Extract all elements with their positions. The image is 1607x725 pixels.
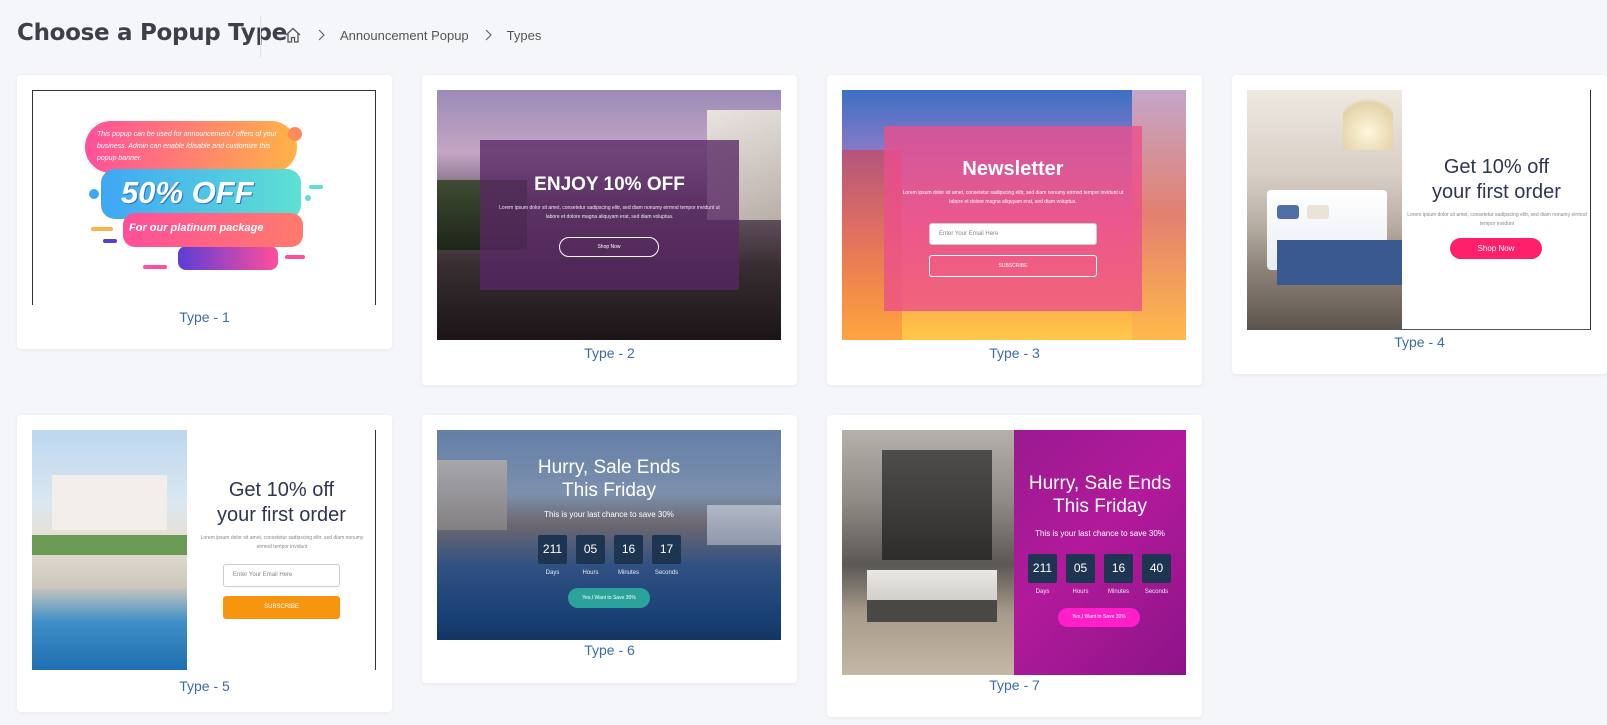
breadcrumb-announcement-popup[interactable]: Announcement Popup bbox=[340, 28, 469, 43]
preview-shape bbox=[285, 255, 305, 259]
preview-headline-line: Hurry, Sale Ends bbox=[1028, 473, 1172, 494]
countdown-label: Seconds bbox=[654, 570, 679, 576]
preview-headline-line: your first order bbox=[1432, 181, 1561, 203]
countdown-seconds: 17 bbox=[652, 535, 681, 564]
type-label[interactable]: Type - 6 bbox=[422, 642, 797, 658]
preview-subscribe-button: SUBSCRIBE bbox=[223, 596, 340, 619]
preview-background bbox=[1277, 205, 1299, 219]
type-label[interactable]: Type - 4 bbox=[1232, 334, 1607, 350]
preview-background bbox=[32, 535, 187, 555]
preview-shape bbox=[103, 239, 117, 243]
preview-headline: Newsletter bbox=[962, 158, 1064, 180]
type-label[interactable]: Type - 5 bbox=[17, 678, 392, 694]
preview-headline: Get 10% off your first order bbox=[187, 478, 375, 528]
popup-preview-type-2[interactable]: ENJOY 10% OFF Lorem ipsum dolor sit amet… bbox=[437, 90, 781, 340]
popup-type-card-3[interactable]: Newsletter Lorem ipsum dolor sit amet, c… bbox=[827, 75, 1202, 385]
preview-shape bbox=[91, 227, 113, 231]
preview-background bbox=[52, 475, 167, 530]
countdown-label: Seconds bbox=[1144, 589, 1169, 595]
page-title: Choose a Popup Type bbox=[17, 20, 287, 46]
preview-headline-line: This Friday bbox=[562, 480, 656, 501]
preview-headline-line: This Friday bbox=[1053, 496, 1147, 517]
preview-text: Lorem ipsum dolor sit amet, consetetur s… bbox=[902, 190, 1124, 205]
type-label[interactable]: Type - 7 bbox=[827, 677, 1202, 693]
preview-background bbox=[867, 600, 997, 622]
countdown-label: Days bbox=[1035, 589, 1050, 595]
preview-text: This popup can be used for announcement … bbox=[97, 131, 277, 162]
preview-background bbox=[1343, 90, 1393, 150]
popup-preview-type-1[interactable]: This popup can be used for announcement … bbox=[32, 90, 376, 305]
type-label[interactable]: Type - 1 bbox=[17, 309, 392, 325]
countdown-label: Minutes bbox=[1107, 589, 1129, 595]
popup-type-card-2[interactable]: ENJOY 10% OFF Lorem ipsum dolor sit amet… bbox=[422, 75, 797, 385]
preview-shape bbox=[309, 185, 323, 189]
page-header: Choose a Popup Type Announcement Popup T… bbox=[0, 0, 1607, 72]
preview-email-input: Enter Your Email Here bbox=[223, 564, 340, 587]
countdown-seconds: 40 bbox=[1142, 554, 1171, 583]
breadcrumb: Announcement Popup Types bbox=[284, 26, 541, 44]
preview-subtext: For our platinum package bbox=[129, 222, 264, 234]
preview-text: Lorem ipsum dolor sit amet, consetetur s… bbox=[200, 535, 364, 550]
preview-overlay bbox=[1014, 430, 1186, 675]
countdown-minutes: 16 bbox=[614, 535, 643, 564]
preview-headline: Hurry, Sale Ends This Friday bbox=[437, 456, 781, 502]
type-label[interactable]: Type - 2 bbox=[422, 345, 797, 361]
preview-headline: 50% OFF bbox=[121, 175, 254, 210]
countdown-minutes: 16 bbox=[1104, 554, 1133, 583]
countdown-label: Hours bbox=[1072, 589, 1089, 595]
popup-type-card-5[interactable]: Get 10% off your first order Lorem ipsum… bbox=[17, 415, 392, 712]
countdown-label: Days bbox=[545, 570, 560, 576]
countdown-days: 211 bbox=[538, 535, 567, 564]
preview-shape bbox=[288, 127, 302, 141]
preview-text: Lorem ipsum dolor sit amet, consetetur s… bbox=[1407, 212, 1587, 227]
preview-subtext: This is your last chance to save 30% bbox=[1035, 529, 1165, 538]
preview-overlay: Newsletter Lorem ipsum dolor sit amet, c… bbox=[884, 126, 1142, 311]
countdown-hours: 05 bbox=[1066, 554, 1095, 583]
preview-subtext: This is your last chance to save 30% bbox=[544, 510, 674, 519]
preview-save-button: Yes,I Want to Save 30% bbox=[568, 588, 650, 608]
popup-type-card-6[interactable]: Hurry, Sale Ends This Friday This is you… bbox=[422, 415, 797, 683]
type-label[interactable]: Type - 3 bbox=[827, 345, 1202, 361]
preview-headline: ENJOY 10% OFF bbox=[534, 174, 685, 195]
countdown-days: 211 bbox=[1028, 554, 1057, 583]
popup-preview-type-6[interactable]: Hurry, Sale Ends This Friday This is you… bbox=[437, 430, 781, 640]
popup-preview-type-4[interactable]: Get 10% off your first order Lorem ipsum… bbox=[1247, 90, 1591, 330]
popup-preview-type-7[interactable]: Hurry, Sale Ends This Friday This is you… bbox=[842, 430, 1186, 675]
preview-background bbox=[1277, 240, 1402, 285]
popup-type-card-7[interactable]: Hurry, Sale Ends This Friday This is you… bbox=[827, 415, 1202, 717]
preview-shape bbox=[178, 246, 278, 270]
popup-type-card-4[interactable]: Get 10% off your first order Lorem ipsum… bbox=[1232, 75, 1607, 374]
preview-background bbox=[1307, 205, 1329, 219]
preview-headline-line: your first order bbox=[217, 504, 346, 526]
preview-headline-line: Get 10% off bbox=[228, 479, 335, 501]
countdown-label: Hours bbox=[582, 570, 599, 576]
breadcrumb-types: Types bbox=[506, 27, 542, 43]
chevron-right-icon bbox=[483, 29, 493, 41]
countdown-label: Minutes bbox=[617, 570, 639, 576]
preview-email-input: Enter Your Email Here bbox=[929, 223, 1097, 245]
preview-shape bbox=[305, 195, 311, 201]
preview-headline-line: Hurry, Sale Ends bbox=[537, 457, 681, 478]
popup-preview-type-5[interactable]: Get 10% off your first order Lorem ipsum… bbox=[32, 430, 376, 670]
preview-overlay: ENJOY 10% OFF Lorem ipsum dolor sit amet… bbox=[480, 140, 739, 290]
preview-background bbox=[882, 450, 992, 560]
countdown-hours: 05 bbox=[576, 535, 605, 564]
popup-preview-type-3[interactable]: Newsletter Lorem ipsum dolor sit amet, c… bbox=[842, 90, 1186, 340]
preview-headline-line: Get 10% off bbox=[1443, 156, 1550, 178]
preview-headline: Hurry, Sale Ends This Friday bbox=[1014, 472, 1186, 518]
preview-shop-now-button: Shop Now bbox=[559, 237, 659, 257]
preview-shape bbox=[89, 189, 99, 199]
preview-shape bbox=[143, 265, 167, 269]
home-icon[interactable] bbox=[284, 26, 302, 44]
preview-subscribe-button: SUBSCRIBE bbox=[929, 255, 1097, 277]
preview-text: Lorem ipsum dolor sit amet, consetetur s… bbox=[499, 205, 720, 220]
preview-save-button: Yes,I Want to Save 30% bbox=[1058, 608, 1140, 627]
popup-type-card-1[interactable]: This popup can be used for announcement … bbox=[17, 75, 392, 349]
chevron-right-icon bbox=[316, 29, 326, 41]
preview-shop-now-button: Shop Now bbox=[1450, 238, 1542, 259]
preview-headline: Get 10% off your first order bbox=[1402, 155, 1590, 205]
title-divider bbox=[260, 16, 261, 58]
